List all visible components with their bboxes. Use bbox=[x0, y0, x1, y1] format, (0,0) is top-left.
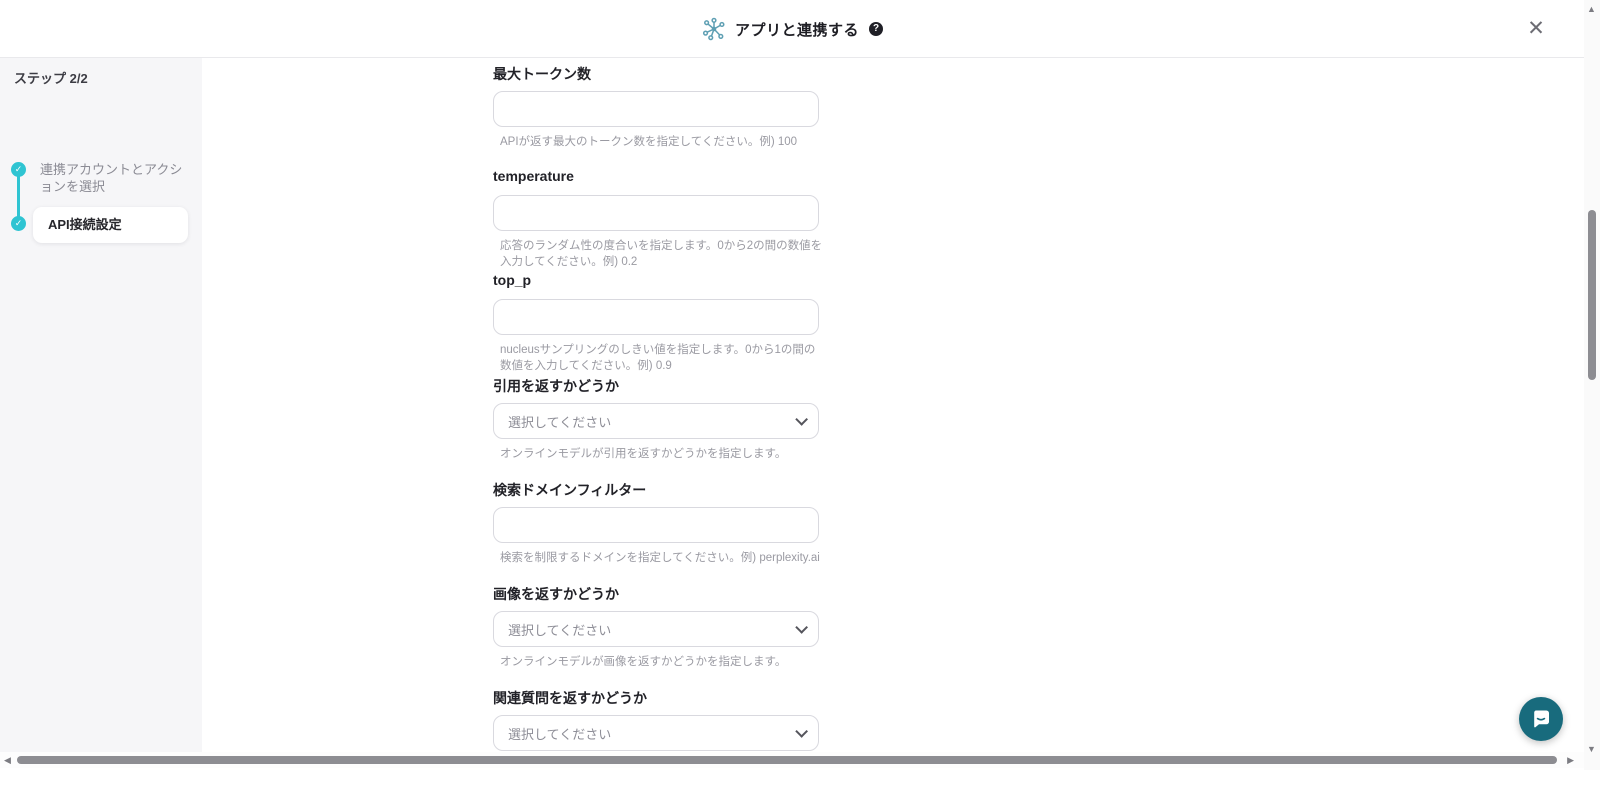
scroll-right-icon[interactable]: ▶ bbox=[1567, 755, 1574, 765]
form-panel: 最大トークン数 APIが返す最大のトークン数を指定してください。例) 100 t… bbox=[202, 58, 1584, 754]
vertical-scrollbar-thumb[interactable] bbox=[1588, 210, 1596, 380]
field-label: top_p bbox=[493, 272, 823, 291]
max-tokens-input[interactable] bbox=[493, 91, 819, 127]
field-label: 最大トークン数 bbox=[493, 64, 823, 83]
vertical-scrollbar[interactable]: ▲ ▼ bbox=[1584, 0, 1600, 770]
chat-bubble-icon bbox=[1529, 707, 1553, 731]
return-images-select[interactable]: 選択してください bbox=[493, 611, 819, 647]
return-related-questions-select[interactable]: 選択してください bbox=[493, 715, 819, 751]
temperature-input[interactable] bbox=[493, 195, 819, 231]
scroll-down-icon[interactable]: ▼ bbox=[1587, 744, 1596, 754]
modal-title-group: アプリと連携する ? bbox=[0, 0, 1584, 58]
field-label: 関連質問を返すかどうか bbox=[493, 688, 823, 707]
close-icon[interactable]: ✕ bbox=[1524, 17, 1548, 41]
field-label: 検索ドメインフィルター bbox=[493, 480, 823, 499]
chat-launcher-button[interactable] bbox=[1519, 697, 1563, 741]
form-field-return-images: 画像を返すかどうか 選択してください オンラインモデルが画像を返すかどうかを指定… bbox=[493, 584, 823, 667]
field-helper: 検索を制限するドメインを指定してください。例) perplexity.ai bbox=[500, 549, 823, 563]
step1-check-icon: ✓ bbox=[11, 162, 26, 177]
top-p-input[interactable] bbox=[493, 299, 819, 335]
field-helper: nucleusサンプリングのしきい値を指定します。0から1の間の数値を入力してく… bbox=[500, 341, 823, 355]
form-field-search-domain-filter: 検索ドメインフィルター 検索を制限するドメインを指定してください。例) perp… bbox=[493, 480, 823, 563]
field-label: 画像を返すかどうか bbox=[493, 584, 823, 603]
horizontal-scrollbar-thumb[interactable] bbox=[17, 756, 1557, 764]
page-title: アプリと連携する bbox=[735, 19, 859, 40]
chevron-down-icon bbox=[795, 413, 808, 426]
select-placeholder: 選択してください bbox=[508, 620, 611, 639]
form-field-max-tokens: 最大トークン数 APIが返す最大のトークン数を指定してください。例) 100 bbox=[493, 64, 823, 147]
chevron-down-icon bbox=[795, 621, 808, 634]
horizontal-scrollbar[interactable]: ◀ ▶ bbox=[0, 752, 1584, 768]
return-citations-select[interactable]: 選択してください bbox=[493, 403, 819, 439]
field-helper: 応答のランダム性の度合いを指定します。0から2の間の数値を入力してください。例)… bbox=[500, 237, 823, 251]
field-helper: オンラインモデルが画像を返すかどうかを指定します。 bbox=[500, 653, 823, 667]
scroll-up-icon[interactable]: ▲ bbox=[1587, 4, 1596, 14]
integration-network-icon bbox=[701, 16, 727, 42]
field-label: 引用を返すかどうか bbox=[493, 376, 823, 395]
step-sidebar: ステップ 2/2 ✓ ✓ 連携アカウントとアクションを選択 API接続設定 bbox=[0, 58, 202, 754]
form-field-top-p: top_p nucleusサンプリングのしきい値を指定します。0から1の間の数値… bbox=[493, 272, 823, 355]
form-field-temperature: temperature 応答のランダム性の度合いを指定します。0から2の間の数値… bbox=[493, 168, 823, 251]
search-domain-filter-input[interactable] bbox=[493, 507, 819, 543]
select-placeholder: 選択してください bbox=[508, 412, 611, 431]
step-counter: ステップ 2/2 bbox=[14, 68, 88, 87]
form-column: 最大トークン数 APIが返す最大のトークン数を指定してください。例) 100 t… bbox=[493, 64, 823, 792]
sidebar-item-api-connection-settings[interactable]: API接続設定 bbox=[33, 207, 188, 243]
form-field-return-citations: 引用を返すかどうか 選択してください オンラインモデルが引用を返すかどうかを指定… bbox=[493, 376, 823, 459]
field-label: temperature bbox=[493, 168, 823, 187]
chevron-down-icon bbox=[795, 725, 808, 738]
sidebar-item-select-account-action[interactable]: 連携アカウントとアクションを選択 bbox=[40, 161, 192, 195]
scroll-left-icon[interactable]: ◀ bbox=[4, 755, 11, 765]
step2-check-icon: ✓ bbox=[11, 216, 26, 231]
select-placeholder: 選択してください bbox=[508, 724, 611, 743]
field-helper: オンラインモデルが引用を返すかどうかを指定します。 bbox=[500, 445, 823, 459]
field-helper: APIが返す最大のトークン数を指定してください。例) 100 bbox=[500, 133, 823, 147]
modal-header: アプリと連携する ? ✕ bbox=[0, 0, 1584, 58]
help-icon[interactable]: ? bbox=[869, 22, 883, 36]
